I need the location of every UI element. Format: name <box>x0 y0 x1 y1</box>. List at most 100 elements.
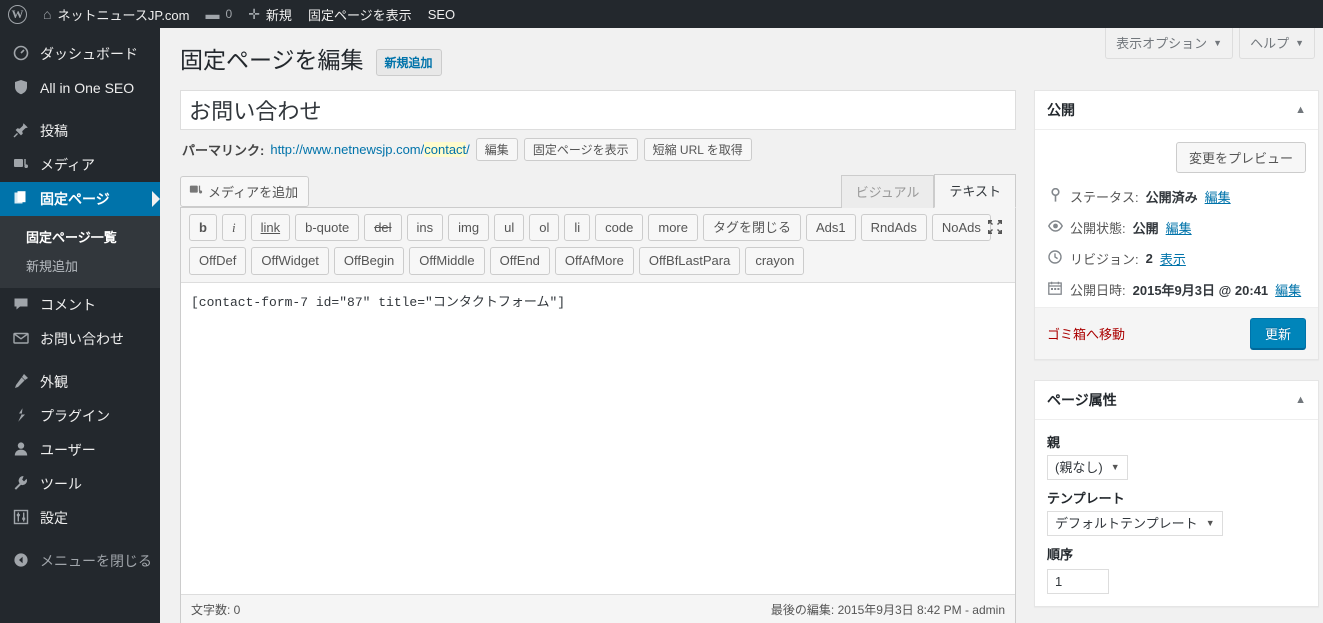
publish-metabox: 公開 ▲ 変更をプレビュー ステータス: 公開済み 編集 公開状態: 公開 編集… <box>1034 89 1319 360</box>
submenu-item-add-new[interactable]: 新規追加 <box>0 251 160 280</box>
sidebar-item-plugins[interactable]: プラグイン <box>0 399 160 433</box>
edit-visibility-link[interactable]: 編集 <box>1166 218 1192 237</box>
sidebar-item-label: 設定 <box>40 510 68 526</box>
quicktag-offmiddle[interactable]: OffMiddle <box>409 247 485 275</box>
wp-logo-menu[interactable]: W <box>0 0 35 28</box>
sidebar-item-settings[interactable]: 設定 <box>0 501 160 535</box>
quicktag-i[interactable]: i <box>221 213 246 242</box>
preview-changes-button[interactable]: 変更をプレビュー <box>1175 141 1306 173</box>
sidebar-item-all-in-one-seo[interactable]: All in One SEO <box>0 71 160 105</box>
sidebar-item-users[interactable]: ユーザー <box>0 433 160 467</box>
sidebar-item-label: コメント <box>40 297 96 313</box>
quicktag-li[interactable]: li <box>564 213 591 242</box>
quicktag-ul[interactable]: ul <box>494 213 525 242</box>
sidebar-item-label: 外観 <box>40 374 68 390</box>
quicktag-more[interactable]: more <box>648 213 698 242</box>
update-button[interactable]: 更新 <box>1249 317 1306 349</box>
page-template-select[interactable]: デフォルトテンプレート <box>1047 510 1223 536</box>
editor-container: b i link b-quote del ins img ul ol li co… <box>180 206 1016 623</box>
calendar-icon <box>1047 281 1063 297</box>
page-icon <box>11 190 31 209</box>
quicktag-offbegin[interactable]: OffBegin <box>333 247 405 275</box>
sidebar-item-contact[interactable]: お問い合わせ <box>0 322 160 356</box>
view-page-label: 固定ページを表示 <box>307 7 412 23</box>
quicktag-close-tags[interactable]: タグを閉じる <box>702 213 801 242</box>
editor-toolbar-row: メディアを追加 ビジュアル テキスト <box>180 161 1016 208</box>
status-badge: 公開済み <box>1145 189 1198 205</box>
quicktag-offafmore[interactable]: OffAfMore <box>554 247 634 275</box>
quicktag-code[interactable]: code <box>595 213 644 242</box>
quicktag-b-quote[interactable]: b-quote <box>295 213 360 242</box>
sidebar-item-appearance[interactable]: 外観 <box>0 365 160 399</box>
comments-menu[interactable]: ▬ 0 <box>198 0 241 28</box>
edit-publish-date-link[interactable]: 編集 <box>1275 280 1301 299</box>
quicktag-offbflastpara[interactable]: OffBfLastPara <box>638 247 741 275</box>
view-page-button[interactable]: 固定ページを表示 <box>523 137 638 161</box>
menu-separator-2 <box>0 356 160 365</box>
eye-icon <box>1047 220 1063 234</box>
chevron-up-icon[interactable]: ▲ <box>1295 394 1306 406</box>
sidebar-item-media[interactable]: メディア <box>0 148 160 182</box>
quicktag-noads[interactable]: NoAds <box>931 213 991 242</box>
get-shortlink-button[interactable]: 短縮 URL を取得 <box>643 137 752 161</box>
edit-permalink-button[interactable]: 編集 <box>475 137 518 161</box>
parent-label: 親 <box>1047 434 1061 450</box>
collapse-menu-button[interactable]: メニューを閉じる <box>0 544 160 578</box>
fullscreen-expand-icon[interactable] <box>985 218 1005 238</box>
sidebar-item-dashboard[interactable]: ダッシュボード <box>0 37 160 71</box>
screen-options-button[interactable]: 表示オプション ▼ <box>1105 28 1234 59</box>
tab-text[interactable]: テキスト <box>934 173 1016 208</box>
new-content-menu[interactable]: ✛ 新規 <box>240 0 300 28</box>
quicktag-offend[interactable]: OffEnd <box>489 247 550 275</box>
sidebar-item-comments[interactable]: コメント <box>0 288 160 322</box>
publish-metabox-title: 公開 <box>1047 101 1075 118</box>
browse-revisions-link[interactable]: 表示 <box>1160 249 1186 268</box>
quicktag-crayon[interactable]: crayon <box>745 247 805 275</box>
chevron-up-icon[interactable]: ▲ <box>1295 104 1306 116</box>
page-attributes-metabox: ページ属性 ▲ 親 (親なし) ▼ テンプレート デフォルトテンプレート ▼ 順… <box>1034 379 1319 607</box>
screen-meta-links: 表示オプション ▼ ヘルプ ▼ <box>1105 28 1315 59</box>
visibility-label: 公開状態: <box>1070 220 1126 236</box>
quicktag-link[interactable]: link <box>250 213 291 242</box>
page-attributes-header[interactable]: ページ属性 ▲ <box>1035 381 1318 420</box>
sidebar-item-label: プラグイン <box>40 408 110 424</box>
help-label: ヘルプ <box>1250 36 1290 51</box>
tab-visual[interactable]: ビジュアル <box>840 174 935 208</box>
sidebar-item-tools[interactable]: ツール <box>0 467 160 501</box>
add-new-page-button[interactable]: 新規追加 <box>375 49 442 77</box>
sidebar-item-pages[interactable]: 固定ページ <box>0 182 160 216</box>
comments-count: 0 <box>225 7 233 21</box>
status-row: ステータス: 公開済み 編集 <box>1047 183 1306 214</box>
submenu-item-all-pages[interactable]: 固定ページ一覧 <box>0 222 160 251</box>
permalink-label: パーマリンク: <box>182 142 265 158</box>
order-label: 順序 <box>1047 546 1074 562</box>
menu-order-input[interactable] <box>1047 568 1109 594</box>
wrench-icon <box>11 475 31 494</box>
parent-select-wrap: (親なし) ▼ <box>1047 454 1128 480</box>
publish-metabox-header[interactable]: 公開 ▲ <box>1035 91 1318 130</box>
seo-menu[interactable]: SEO <box>420 0 463 28</box>
editor-mode-tabs: ビジュアル テキスト <box>840 173 1016 208</box>
help-button[interactable]: ヘルプ ▼ <box>1239 28 1315 59</box>
quicktag-ads1[interactable]: Ads1 <box>806 213 856 242</box>
quicktag-del[interactable]: del <box>364 213 402 242</box>
quicktag-ol[interactable]: ol <box>529 213 560 242</box>
add-media-button[interactable]: メディアを追加 <box>180 175 310 207</box>
view-page-link[interactable]: 固定ページを表示 <box>300 0 420 28</box>
permalink-slug: contact <box>424 141 467 157</box>
quicktag-rndads[interactable]: RndAds <box>860 213 927 242</box>
quicktag-offdef[interactable]: OffDef <box>189 247 247 275</box>
edit-status-link[interactable]: 編集 <box>1205 187 1231 206</box>
move-to-trash-link[interactable]: ゴミ箱へ移動 <box>1047 324 1125 343</box>
quicktag-img[interactable]: img <box>448 213 490 242</box>
site-name-menu[interactable]: ⌂ ネットニュースJP.com <box>35 0 198 28</box>
parent-page-select[interactable]: (親なし) <box>1047 454 1128 480</box>
quicktag-b[interactable]: b <box>189 213 217 242</box>
quicktag-offwidget[interactable]: OffWidget <box>251 247 329 275</box>
post-title-input[interactable] <box>180 89 1016 130</box>
quicktag-ins[interactable]: ins <box>406 213 444 242</box>
permalink-url[interactable]: http://www.netnewsjp.com/contact/ <box>270 141 470 157</box>
sidebar-item-posts[interactable]: 投稿 <box>0 114 160 148</box>
post-content-textarea[interactable]: [contact-form-7 id="87" title="コンタクトフォーム… <box>181 281 1015 594</box>
template-label: テンプレート <box>1047 490 1125 506</box>
